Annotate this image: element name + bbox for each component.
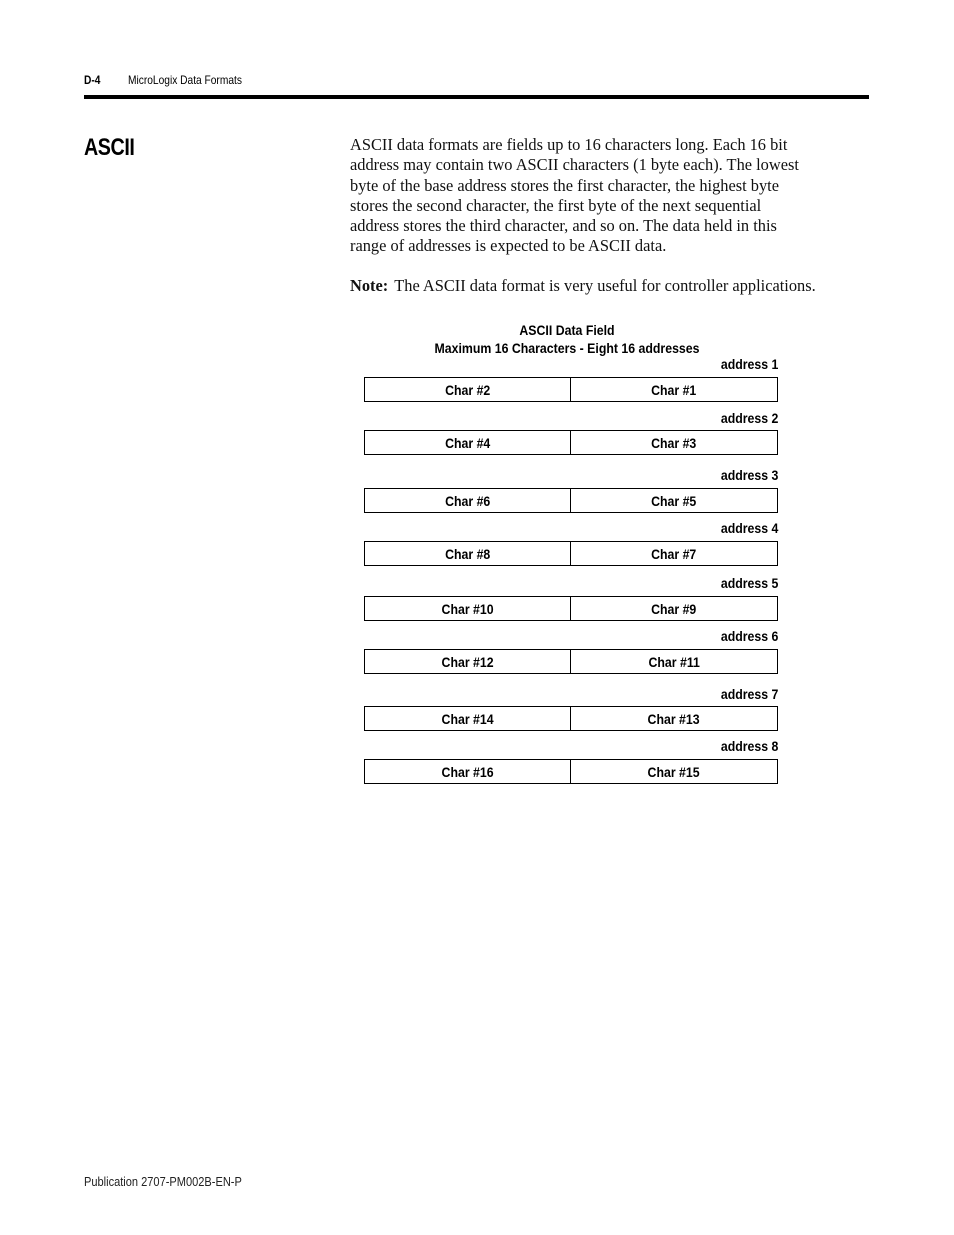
page-number: D-4: [84, 73, 101, 87]
high-byte-cell: Char #8: [365, 542, 571, 565]
address-word-row: Char #2 Char #1: [364, 377, 778, 402]
address-label-text: address 2: [720, 410, 778, 426]
address-label-text: address 7: [720, 686, 778, 702]
address-label: address 8: [560, 738, 778, 754]
paragraph-line: ASCII data formats are fields up to 16 c…: [350, 135, 788, 154]
address-word-row: Char #8 Char #7: [364, 541, 778, 566]
chapter-title: MicroLogix Data Formats: [128, 73, 242, 87]
paragraph-line: address may contain two ASCII characters…: [350, 155, 799, 175]
char-label: Char #3: [651, 434, 697, 451]
address-label-text: address 6: [720, 628, 778, 644]
low-byte-cell: Char #1: [571, 378, 777, 401]
low-byte-cell: Char #11: [571, 650, 777, 673]
high-byte-cell: Char #16: [365, 760, 571, 783]
char-label: Char #11: [648, 653, 700, 670]
publication-footer: Publication 2707-PM002B-EN-P: [84, 1174, 242, 1189]
address-word-row: Char #16 Char #15: [364, 759, 778, 784]
address-label: address 5: [560, 575, 778, 591]
note-text: The ASCII data format is very useful for…: [394, 276, 816, 295]
address-word-row: Char #6 Char #5: [364, 488, 778, 513]
section-paragraph: ASCII data formats are fields up to 16 c…: [350, 135, 870, 257]
high-byte-cell: Char #10: [365, 597, 571, 620]
address-label: address 6: [560, 628, 778, 644]
char-label: Char #6: [444, 492, 491, 509]
char-label: Char #1: [651, 381, 697, 398]
char-label: Char #8: [444, 545, 491, 562]
address-word-row: Char #14 Char #13: [364, 706, 778, 731]
low-byte-cell: Char #15: [571, 760, 777, 783]
paragraph-line: range of addresses is expected to be ASC…: [350, 236, 667, 256]
char-label: Char #14: [441, 710, 494, 727]
address-label: address 2: [560, 410, 778, 426]
paragraph-line: address stores the third character, and …: [350, 216, 777, 236]
diagram-title: ASCII Data Field: [519, 322, 615, 338]
char-label: Char #13: [647, 710, 701, 727]
char-label: Char #4: [444, 434, 491, 451]
note-label: Note:: [350, 276, 389, 295]
low-byte-cell: Char #3: [571, 431, 777, 454]
high-byte-cell: Char #12: [365, 650, 571, 673]
address-word-row: Char #4 Char #3: [364, 430, 778, 455]
section-title: ASCII: [84, 134, 135, 161]
note: Note: The ASCII data format is very usefu…: [350, 276, 880, 296]
high-byte-cell: Char #4: [365, 431, 571, 454]
paragraph-line: stores the second character, the first b…: [350, 195, 762, 215]
address-label: address 4: [560, 520, 778, 536]
address-label-text: address 3: [720, 467, 778, 483]
char-label: Char #5: [651, 492, 697, 509]
address-label-text: address 4: [720, 520, 778, 536]
char-label: Char #7: [651, 545, 697, 562]
high-byte-cell: Char #6: [365, 489, 571, 512]
address-label-text: address 5: [720, 575, 778, 591]
address-label-text: address 1: [720, 356, 778, 372]
char-label: Char #9: [651, 600, 697, 617]
char-label: Char #10: [441, 600, 494, 617]
diagram-subtitle: Maximum 16 Characters - Eight 16 address…: [434, 340, 700, 356]
address-word-row: Char #10 Char #9: [364, 596, 778, 621]
char-label: Char #2: [444, 381, 491, 398]
low-byte-cell: Char #13: [571, 707, 777, 730]
address-label: address 7: [560, 686, 778, 702]
char-label: Char #16: [441, 763, 494, 780]
low-byte-cell: Char #7: [571, 542, 777, 565]
paragraph-line: byte of the base address stores the firs…: [350, 175, 779, 195]
address-label: address 1: [560, 356, 778, 372]
low-byte-cell: Char #9: [571, 597, 777, 620]
char-label: Char #15: [647, 763, 701, 780]
address-label-text: address 8: [720, 738, 778, 754]
address-word-row: Char #12 Char #11: [364, 649, 778, 674]
high-byte-cell: Char #14: [365, 707, 571, 730]
high-byte-cell: Char #2: [365, 378, 571, 401]
address-label: address 3: [560, 467, 778, 483]
low-byte-cell: Char #5: [571, 489, 777, 512]
char-label: Char #12: [441, 653, 494, 670]
header-rule: [84, 95, 869, 99]
